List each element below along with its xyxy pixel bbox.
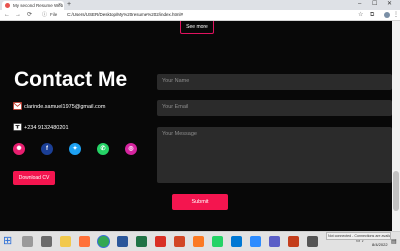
message-placeholder: Your Message: [162, 131, 197, 137]
browser-address-bar: ← → ⟳ ⓘ File C:/Users/USER/Desktop/My%20…: [0, 10, 400, 21]
taskbar-powerpoint-icon[interactable]: [174, 236, 185, 247]
taskbar-vscode-icon[interactable]: [231, 236, 242, 247]
see-more-button[interactable]: See more: [180, 21, 214, 34]
maximize-icon[interactable]: ☐: [372, 0, 377, 9]
taskbar-teams-icon[interactable]: [269, 236, 280, 247]
url-field[interactable]: ⓘ File C:/Users/USER/Desktop/My%20resume…: [42, 11, 342, 19]
name-placeholder: Your Name: [162, 78, 190, 84]
email-input[interactable]: Your Email: [157, 100, 392, 116]
page-scrollbar[interactable]: [392, 21, 400, 231]
taskbar-search-icon[interactable]: [22, 236, 33, 247]
info-icon[interactable]: ⓘ: [42, 11, 47, 19]
back-icon[interactable]: ←: [4, 11, 10, 19]
bookmark-star-icon[interactable]: ☆: [358, 11, 363, 19]
instagram-icon[interactable]: ◎: [125, 143, 137, 155]
taskbar-whatsapp-icon[interactable]: [212, 236, 223, 247]
taskbar-excel-icon[interactable]: [136, 236, 147, 247]
facebook-icon[interactable]: f: [41, 143, 53, 155]
close-window-icon[interactable]: ✕: [387, 0, 392, 9]
browser-tab[interactable]: My second Resume Web ×: [2, 1, 64, 10]
taskbar-file-explorer-icon[interactable]: [60, 236, 71, 247]
taskbar-chrome-icon[interactable]: [98, 236, 109, 247]
twitter-icon[interactable]: ✦: [69, 143, 81, 155]
phone-text: +234 9132480201: [24, 125, 69, 131]
taskbar-date[interactable]: 8/4/2022: [372, 242, 388, 247]
extensions-icon[interactable]: ⧉: [370, 11, 374, 19]
download-cv-button[interactable]: Download CV: [13, 171, 55, 185]
taskbar-firefox-icon[interactable]: [79, 236, 90, 247]
message-textarea[interactable]: Your Message: [157, 127, 392, 183]
taskbar-xampp-icon[interactable]: [193, 236, 204, 247]
taskbar-task-view-icon[interactable]: [41, 236, 52, 247]
tab-favicon-icon: [5, 3, 10, 8]
taskbar-acrobat-icon[interactable]: [155, 236, 166, 247]
tab-title: My second Resume Web: [13, 3, 64, 8]
taskbar-word-icon[interactable]: [117, 236, 128, 247]
browser-tab-bar: My second Resume Web × + – ☐ ✕: [0, 0, 400, 10]
phone-icon: [13, 123, 22, 131]
page-content: See more Contact Me clarinde.samuel1975@…: [0, 21, 392, 231]
taskbar-zoom-icon[interactable]: [250, 236, 261, 247]
tab-close-icon[interactable]: ×: [58, 2, 61, 9]
forward-icon[interactable]: →: [15, 11, 21, 19]
taskbar-powerpoint-2-icon[interactable]: [288, 236, 299, 247]
contact-title: Contact Me: [14, 68, 128, 91]
minimize-icon[interactable]: –: [358, 0, 361, 9]
url-file-label: File: [50, 12, 58, 17]
reload-icon[interactable]: ⟳: [27, 11, 32, 19]
start-icon[interactable]: ⊞: [3, 234, 12, 247]
network-status-tooltip: Not connected - Connections are availabl…: [326, 232, 391, 240]
whatsapp-icon[interactable]: ✆: [97, 143, 109, 155]
email-placeholder: Your Email: [162, 104, 189, 110]
menu-icon[interactable]: ⋮: [393, 11, 399, 19]
scroll-thumb[interactable]: [393, 171, 399, 211]
email-text: clarinde.samuel1975@gmail.com: [24, 104, 106, 110]
name-input[interactable]: Your Name: [157, 74, 392, 90]
taskbar-settings-icon[interactable]: [307, 236, 318, 247]
notifications-icon[interactable]: ▤: [391, 238, 397, 245]
submit-button[interactable]: Submit: [172, 194, 228, 210]
url-text[interactable]: C:/Users/USER/Desktop/My%20resume%202/in…: [67, 11, 183, 19]
profile-avatar[interactable]: [384, 12, 390, 18]
dribbble-icon[interactable]: ✺: [13, 143, 25, 155]
new-tab-icon[interactable]: +: [67, 1, 71, 9]
email-icon: [13, 102, 22, 110]
